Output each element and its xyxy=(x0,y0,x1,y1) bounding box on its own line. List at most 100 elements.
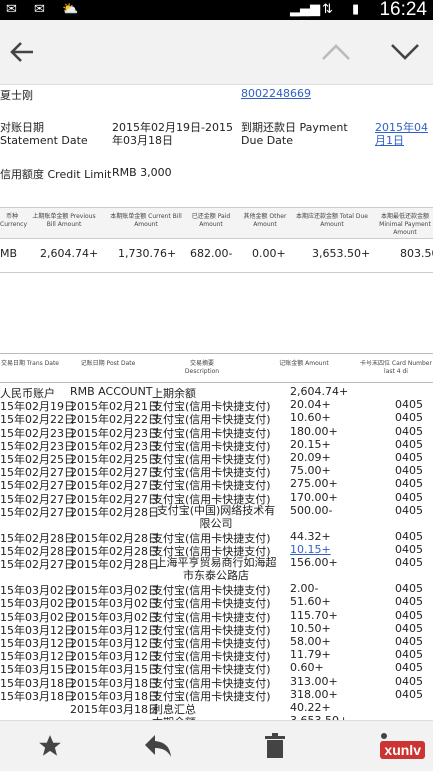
transactions-header-cell: 记账日期 Post Date xyxy=(80,360,136,367)
table-cell: 170.00+ xyxy=(290,490,338,504)
table-cell: 318.00+ xyxy=(290,687,338,701)
data-icon: ⇅ xyxy=(322,2,333,17)
transactions-header: 交易日期 Trans Date 记账日期 Post Date 交易摘要 Desc… xyxy=(0,353,433,383)
transactions-header-cell: 交易摘要 Description xyxy=(184,360,220,375)
statement-date-value: 2015年02月19日-2015年03月18日 xyxy=(112,121,233,147)
table-cell: 支付宝(中国)网络技术有限公司 xyxy=(156,503,276,530)
table-cell: 上海平亨贸易商行如海超市东泰公路店 xyxy=(155,556,277,583)
table-cell: 0405 xyxy=(395,411,423,425)
table-cell: 0405 xyxy=(395,687,423,701)
back-button[interactable] xyxy=(0,30,44,74)
table-cell: 2015年02月28日 xyxy=(70,505,159,519)
status-bar: ✉ ✉ ⛅ ▂▄▆ ⇅ ▮ 16:24 xyxy=(0,0,433,20)
summary-header: 币种 Currency 上期账单金额 Previous Bill Amount … xyxy=(0,207,433,239)
table-cell: 0405 xyxy=(395,648,423,662)
table-cell: 0405 xyxy=(395,582,423,596)
table-cell: 500.00- xyxy=(290,503,333,517)
table-cell: 0405 xyxy=(395,464,423,478)
table-cell: 20.15+ xyxy=(290,437,331,451)
summary-value: 803.50 xyxy=(400,247,433,260)
table-cell: 75.00+ xyxy=(290,464,331,478)
table-cell: 58.00+ xyxy=(290,635,331,648)
signal-icon: ▂▄▆ xyxy=(290,2,320,17)
table-cell: 0405 xyxy=(395,674,423,688)
summary-header-cell: 本期应还款金额 Total Due Amount xyxy=(296,213,368,228)
table-cell[interactable]: 10.15+ xyxy=(290,543,331,556)
table-cell: 0405 xyxy=(395,451,423,464)
reply-button[interactable] xyxy=(136,724,180,768)
statement-date-label: 对账日期 Statement Date xyxy=(0,121,88,147)
summary-value: 0.00+ xyxy=(252,247,286,260)
table-cell: 0405 xyxy=(395,661,423,675)
table-cell: 180.00+ xyxy=(290,424,338,438)
table-cell: 0.60+ xyxy=(290,661,324,675)
transactions-header-cell: 交易日期 Trans Date xyxy=(0,360,59,367)
chevron-up-icon xyxy=(322,44,350,60)
clock: 16:24 xyxy=(379,0,427,20)
watermark-logo: xunlv xyxy=(380,741,425,759)
summary-value: 682.00- xyxy=(190,247,233,260)
table-cell: 15年02月27日 xyxy=(0,558,75,572)
summary-header-cell: 上期账单金额 Previous Bill Amount xyxy=(32,213,96,228)
table-cell: 0405 xyxy=(395,608,423,622)
table-cell: 44.32+ xyxy=(290,529,331,543)
summary-value: 2,604.74+ xyxy=(40,247,99,260)
previous-button[interactable] xyxy=(314,30,358,74)
battery-icon: ▮ xyxy=(352,2,360,17)
star-button[interactable] xyxy=(28,724,72,768)
reply-icon xyxy=(145,735,171,757)
table-cell: 0405 xyxy=(395,437,423,451)
due-date-link[interactable]: 2015年04月1日 xyxy=(375,121,433,147)
chevron-down-icon xyxy=(391,44,419,60)
table-cell: 0405 xyxy=(395,424,423,438)
summary-header-cell: 已还金额 Paid Amount xyxy=(191,213,231,228)
weather-icon: ⛅ xyxy=(62,2,79,17)
summary-value: MB xyxy=(0,247,18,260)
table-cell: 313.00+ xyxy=(290,674,338,688)
credit-limit-label: 信用额度 Credit Limit xyxy=(0,168,112,181)
table-cell: 0405 xyxy=(395,490,423,504)
cardholder-name: 夏士刚 xyxy=(0,89,33,102)
table-cell: 2015年03月18日 xyxy=(70,703,159,716)
toolbar xyxy=(0,20,433,85)
divider xyxy=(0,272,433,273)
table-cell: 0405 xyxy=(395,595,423,609)
table-cell: 0405 xyxy=(395,503,423,517)
bottom-bar: xunlv xyxy=(0,720,433,771)
summary-value: 1,730.76+ xyxy=(118,247,177,260)
table-cell: 15年02月27日 xyxy=(0,505,75,519)
summary-header-cell: 其他金额 Other Amount xyxy=(243,213,287,228)
table-cell: 0405 xyxy=(395,477,423,491)
table-cell: 20.09+ xyxy=(290,451,331,464)
table-cell: 2015年02月28日 xyxy=(70,558,159,572)
table-cell: 0405 xyxy=(395,635,423,648)
app-notification-icon: ✉ xyxy=(6,2,17,17)
table-cell: 2,604.74+ xyxy=(290,385,349,398)
table-cell: 10.50+ xyxy=(290,621,331,635)
table-cell: 2.00- xyxy=(290,582,319,596)
table-cell: 51.60+ xyxy=(290,595,331,609)
star-icon xyxy=(39,735,61,756)
table-cell: RMB ACCOUNT xyxy=(70,385,153,398)
delete-button[interactable] xyxy=(253,724,297,768)
statement-content: 夏士刚 8002248669 对账日期 Statement Date 2015年… xyxy=(0,85,433,720)
due-date-label: 到期还款日 Payment Due Date xyxy=(241,121,348,147)
table-cell: 0405 xyxy=(395,621,423,635)
mail-icon: ✉ xyxy=(34,2,45,17)
transactions-header-cell: 卡号末四位 Card Number last 4 di xyxy=(360,360,432,375)
table-cell: 275.00+ xyxy=(290,477,338,491)
credit-limit-value: RMB 3,000 xyxy=(112,166,172,179)
table-cell: 156.00+ xyxy=(290,556,338,570)
table-cell: 11.79+ xyxy=(290,648,331,662)
account-number-link[interactable]: 8002248669 xyxy=(241,87,311,100)
arrow-left-icon xyxy=(10,42,33,62)
summary-value: 3,653.50+ xyxy=(312,247,371,260)
summary-header-cell: 本期最低还款金额 Minimal Payment Amount xyxy=(379,213,431,236)
table-cell: 0405 xyxy=(395,529,423,543)
table-cell: 0405 xyxy=(395,556,423,570)
table-cell: 115.70+ xyxy=(290,608,338,622)
table-cell: 0405 xyxy=(395,398,423,412)
next-button[interactable] xyxy=(383,30,427,74)
table-cell: 40.22+ xyxy=(290,701,331,714)
summary-header-cell: 币种 Currency xyxy=(0,213,28,228)
